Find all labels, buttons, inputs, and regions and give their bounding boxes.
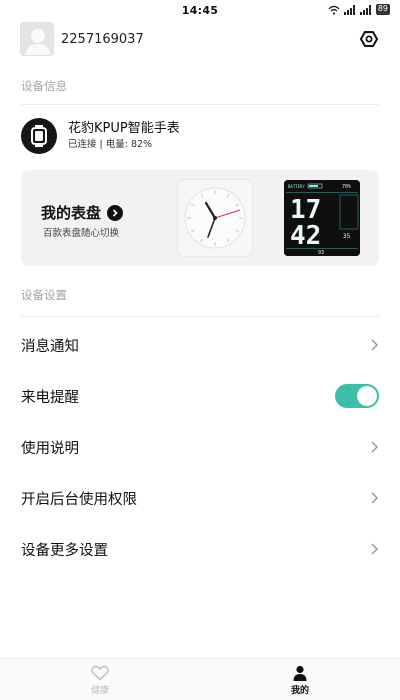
nav-label: 健康 (90, 686, 109, 696)
heart-icon (91, 665, 109, 681)
device-row[interactable]: 花豹KPUP智能手表 已连接 | 电量: 82% (21, 118, 379, 154)
user-id: 2257169037 (61, 31, 144, 47)
settings-hexagon-icon[interactable] (358, 28, 380, 50)
menu-label: 来电提醒 (21, 389, 79, 406)
df-temp: 35 (343, 233, 351, 240)
divider (21, 316, 379, 317)
chevron-right-icon (371, 543, 379, 555)
watchface-subtitle: 百款表盘随心切换 (43, 228, 120, 239)
signal-icon (343, 4, 355, 15)
df-minute: 42 (290, 221, 321, 251)
menu-item-notifications[interactable]: 消息通知 (21, 325, 379, 365)
nav-label: 我的 (290, 686, 309, 696)
device-status: 已连接 | 电量: 82% (68, 138, 153, 150)
watch-icon (21, 118, 57, 154)
df-steps: 93 (318, 250, 324, 256)
analog-clock-icon (184, 187, 246, 249)
chevron-right-icon (371, 492, 379, 504)
menu-label: 设备更多设置 (21, 542, 108, 559)
menu-label: 消息通知 (21, 338, 79, 355)
person-icon (293, 665, 307, 681)
digital-watchface-preview[interactable]: BATTERY 70% 17 42 35 93 (284, 180, 360, 256)
status-time: 14:45 (181, 3, 219, 17)
section-title-device-settings: 设备设置 (21, 288, 67, 302)
df-battery: 70% (342, 184, 351, 190)
menu-label: 开启后台使用权限 (21, 491, 137, 508)
avatar[interactable] (20, 22, 54, 56)
chevron-right-icon (371, 441, 379, 453)
device-name: 花豹KPUP智能手表 (68, 120, 180, 136)
menu-item-more-settings[interactable]: 设备更多设置 (21, 529, 379, 569)
df-battery-label: BATTERY (288, 184, 305, 189)
device-text: 花豹KPUP智能手表 已连接 | 电量: 82% (68, 121, 180, 152)
menu-item-instructions[interactable]: 使用说明 (21, 427, 379, 467)
watchface-card[interactable]: 我的表盘 百款表盘随心切换 BATTERY 70% 17 42 35 93 (21, 170, 379, 266)
menu-item-background-permission[interactable]: 开启后台使用权限 (21, 478, 379, 518)
watchface-title-row[interactable]: 我的表盘 (41, 202, 124, 223)
divider (21, 104, 379, 105)
default-avatar-icon (21, 23, 53, 55)
call-reminder-toggle[interactable] (335, 384, 379, 408)
chevron-right-icon (371, 339, 379, 351)
digital-watchface-graphic: BATTERY 70% 17 42 35 93 (284, 180, 360, 256)
bottom-nav: 健康 我的 (0, 658, 400, 700)
status-icons: 89 (328, 4, 390, 15)
section-title-device-info: 设备信息 (21, 79, 67, 93)
menu-item-call-reminder[interactable]: 来电提醒 (21, 376, 379, 416)
nav-tab-health[interactable]: 健康 (0, 659, 200, 700)
arrow-right-icon[interactable] (107, 204, 124, 221)
analog-watchface-preview[interactable] (178, 180, 252, 256)
nav-tab-mine[interactable]: 我的 (200, 659, 400, 700)
status-bar: 14:45 89 (0, 0, 400, 20)
watchface-title: 我的表盘 (41, 204, 102, 222)
battery-indicator: 89 (375, 4, 390, 15)
signal-icon-2 (359, 4, 371, 15)
menu-label: 使用说明 (21, 440, 79, 457)
profile-row[interactable]: 2257169037 (20, 22, 380, 56)
wifi-icon (328, 5, 340, 15)
